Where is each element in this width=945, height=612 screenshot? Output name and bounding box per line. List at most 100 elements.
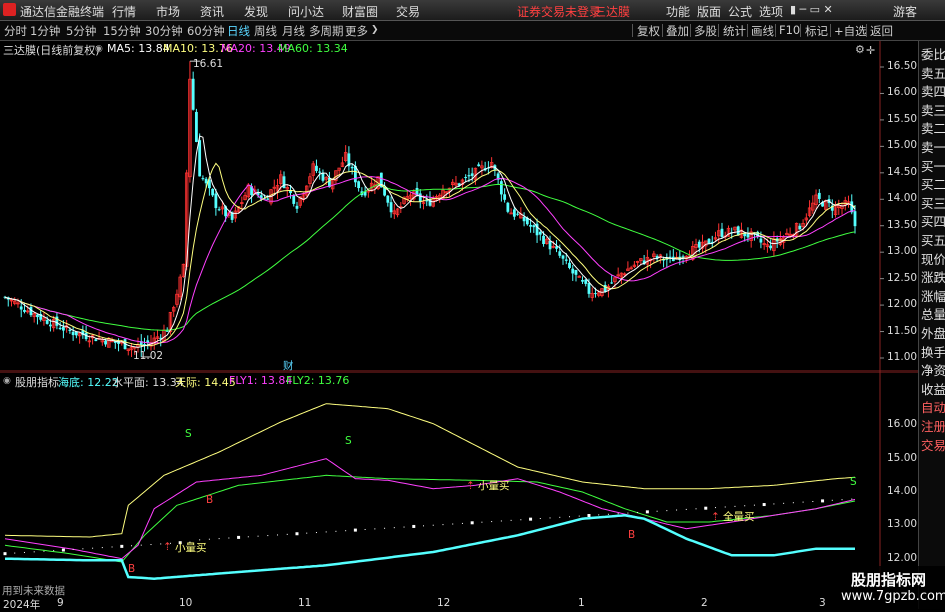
indicator-chart[interactable] [0,372,918,597]
period-fenshi[interactable]: 分时 [4,23,27,39]
candle-body-down [201,178,205,180]
signal-b-2: B [128,563,136,575]
quote-label-2: 卖四 [921,84,945,100]
water-dot [267,535,269,537]
candle-body-down [214,193,218,209]
candle-body-down [464,177,468,179]
water-dot [325,531,327,533]
water-dot [753,504,755,506]
menu-bar: 通达信金融终端 行情 市场 资讯 发现 问小达 财富圈 交易 证券交易未登录 三… [0,0,945,21]
water-dot [306,532,308,534]
stock-name-title: 三达膜 [594,5,631,19]
btn-huaxian[interactable]: 画线 [751,23,774,39]
price-tick-5: 14.00 [887,192,918,205]
candle-body-down [467,175,471,177]
water-dot [82,548,84,550]
period-multi[interactable]: 多周期 [309,23,344,39]
btn-duogu[interactable]: 多股 [694,23,717,39]
quote-label-12: 涨跌 [921,270,945,286]
menu-shichang[interactable]: 市场 [156,3,180,20]
indicator-toggle-icon[interactable]: ◉ [3,376,11,386]
water-dot [607,513,609,515]
candle-body-down [104,340,107,345]
water-marker [762,503,766,507]
quote-label-15: 外盘 [921,326,945,341]
candle-body-down [211,188,215,196]
water-dot [676,509,678,511]
water-dot [23,551,25,553]
menu-faxian[interactable]: 发现 [244,3,268,20]
menu-banmian[interactable]: 版面 [697,3,721,20]
period-more[interactable]: 更多 [345,23,368,39]
menu-gongshi[interactable]: 公式 [728,3,752,20]
water-dot [734,505,736,507]
finance-mark[interactable]: 财 [283,358,294,373]
login-notice[interactable]: 证券交易未登录 [517,3,601,20]
price-tick-9: 12.00 [887,298,918,311]
period-15min[interactable]: 15分钟 [103,23,141,39]
signal-b-3: B [628,529,636,541]
period-monthly[interactable]: 月线 [282,23,305,39]
low-price-label: 11.02 [133,350,164,362]
btn-f10[interactable]: F10 [779,23,800,37]
price-tick-4: 14.50 [887,165,918,178]
watermark-title: 股朋指标网 [851,571,927,589]
period-5min[interactable]: 5分钟 [66,23,96,39]
candle-body-down [19,306,23,310]
period-30min[interactable]: 30分钟 [145,23,183,39]
menu-hangqing[interactable]: 行情 [112,3,136,20]
candle-body-down [561,255,565,259]
chart-zoom-icon[interactable]: ✛ [866,44,875,57]
water-marker [412,524,416,528]
candle-body-down [217,209,221,211]
period-1min[interactable]: 1分钟 [30,23,60,39]
indicator-tick-2: 14.00 [887,485,918,497]
price-tick-11: 11.00 [887,351,918,363]
water-dot [218,538,220,540]
price-tick-3: 15.00 [887,139,918,152]
legend-toggle-icon[interactable]: ◉ [95,44,103,54]
legend-ma5: MA5: 13.84 [107,42,170,55]
btn-tongji[interactable]: 统计 [723,23,746,39]
period-daily[interactable]: 日线 [227,23,250,39]
water-dot [481,521,483,523]
water-dot [286,533,288,535]
menu-jiaoyi[interactable]: 交易 [396,3,420,20]
menu-wenxiaoda[interactable]: 问小达 [288,3,324,20]
candle-body-down [746,233,750,238]
water-dot [617,513,619,515]
quote-label-0: 委比 [921,47,945,62]
menu-gongneng[interactable]: 功能 [666,3,690,20]
water-marker [704,506,708,510]
chart-settings-icon[interactable]: ⚙ [855,43,865,56]
signal-b-1: B [206,494,214,506]
btn-diejia[interactable]: 叠加 [666,23,689,39]
candle-body-down [61,326,65,331]
kline-chart[interactable] [0,41,918,372]
menu-zixun[interactable]: 资讯 [200,3,224,20]
indicator-lines-group [4,403,856,580]
period-weekly[interactable]: 周线 [254,23,277,39]
btn-back[interactable]: 返回 [870,23,893,39]
candle-body-down [532,225,536,228]
legend-fly1: FLY1: 13.84 [229,374,293,387]
period-60min[interactable]: 60分钟 [187,23,225,39]
guest-label[interactable]: 游客 [893,3,917,20]
btn-add-watchlist[interactable]: +自选 [834,23,867,39]
btn-fuquan[interactable]: 复权 [637,23,660,39]
indicator-tick-0: 16.00 [887,418,918,431]
water-dot [72,548,74,550]
btn-biaoji[interactable]: 标记 [805,23,828,39]
quote-label-1: 卖五 [921,65,945,81]
window-controls-icon[interactable]: ▮ ─ ▭ ✕ [790,3,833,16]
legend-shuiping: 水平面: 13.34 [112,376,184,389]
menu-caifuquan[interactable]: 财富圈 [342,3,378,20]
chevron-right-icon[interactable]: ❯ [371,25,379,35]
menu-xuanxiang[interactable]: 选项 [759,3,783,20]
quote-label-9: 买四 [921,214,945,230]
candle-body-down [516,213,519,215]
water-dot [831,499,833,501]
water-dot [802,501,804,503]
candle-body-down [574,270,578,275]
water-dot [53,550,55,552]
